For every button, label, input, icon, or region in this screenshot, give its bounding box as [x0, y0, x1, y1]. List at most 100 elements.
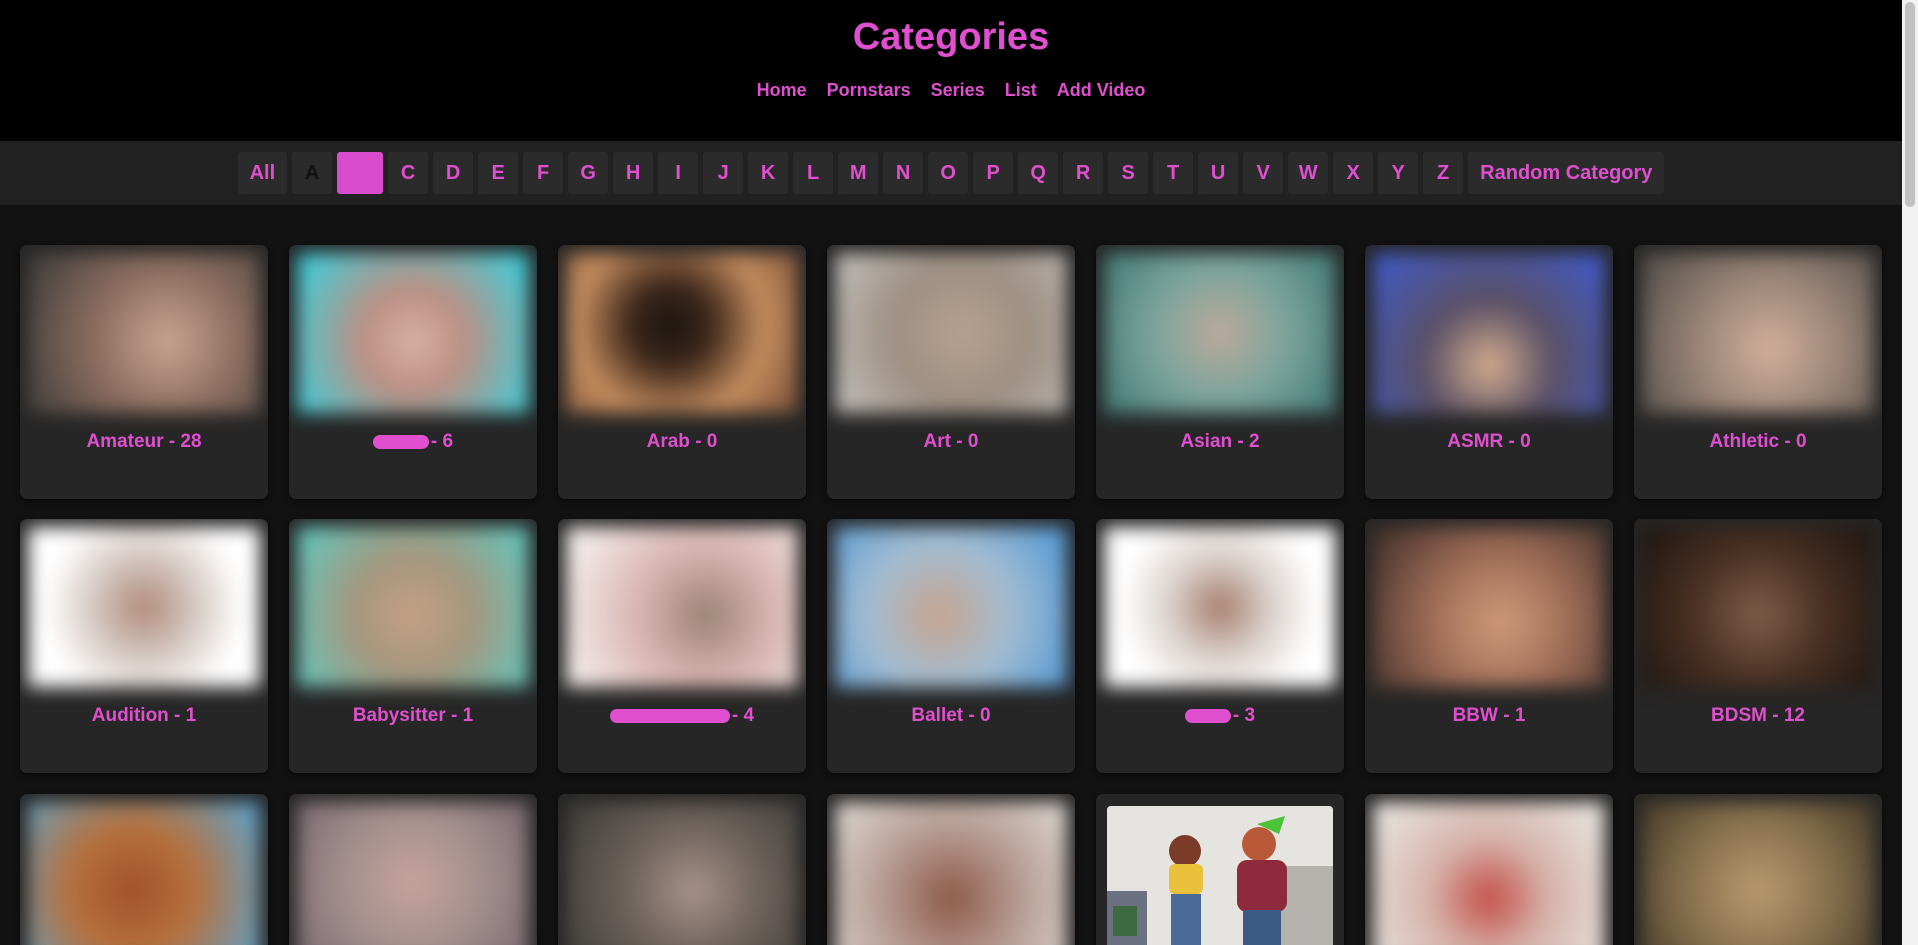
category-label: Asian - 2 [1180, 431, 1260, 452]
category-thumbnail [566, 527, 798, 687]
letter-x-button[interactable]: X [1333, 152, 1374, 194]
nav-home-link[interactable]: Home [757, 80, 807, 101]
category-card[interactable]: Asian - 2 [1096, 245, 1344, 499]
category-thumbnail [835, 253, 1067, 413]
letter-o-button[interactable]: O [928, 152, 969, 194]
letter-r-button[interactable]: R [1063, 152, 1104, 194]
letter-k-button[interactable]: K [748, 152, 789, 194]
nav-series-link[interactable]: Series [931, 80, 985, 101]
redaction-mark [609, 708, 730, 723]
category-thumbnail [835, 527, 1067, 687]
scrollbar-thumb[interactable] [1905, 2, 1915, 207]
category-label: - 3 [1096, 705, 1344, 727]
category-card[interactable]: Audition - 1 [20, 519, 268, 773]
letter-z-button[interactable]: Z [1423, 152, 1464, 194]
redaction-mark [372, 434, 429, 449]
category-card[interactable]: Arab - 0 [558, 245, 806, 499]
category-label: - 4 [558, 705, 806, 727]
thumbnail-image [1107, 806, 1333, 945]
category-card[interactable] [20, 794, 268, 945]
vertical-scrollbar[interactable] [1902, 0, 1918, 945]
category-card[interactable]: Art - 0 [827, 245, 1075, 499]
page: Categories Home Pornstars Series List Ad… [0, 0, 1918, 945]
category-card[interactable] [558, 794, 806, 945]
category-thumbnail [297, 802, 529, 945]
letter-all-button[interactable]: All [237, 152, 288, 194]
category-thumbnail [1373, 802, 1605, 945]
category-card[interactable]: Athletic - 0 [1634, 245, 1882, 499]
category-thumbnail [28, 527, 260, 687]
category-card[interactable]: BDSM - 12 [1634, 519, 1882, 773]
category-card[interactable]: Babysitter - 1 [289, 519, 537, 773]
category-card[interactable] [289, 794, 537, 945]
letter-g-button[interactable]: G [568, 152, 609, 194]
category-thumbnail [1104, 527, 1336, 687]
category-label: BDSM - 12 [1711, 705, 1805, 726]
category-card[interactable]: Ballet - 0 [827, 519, 1075, 773]
category-thumbnail [566, 802, 798, 945]
category-label: Arab - 0 [646, 431, 718, 452]
redaction-mark [1184, 708, 1231, 723]
category-card[interactable] [1096, 794, 1344, 945]
letter-v-button[interactable]: V [1243, 152, 1284, 194]
category-card[interactable] [827, 794, 1075, 945]
category-card[interactable]: BBW - 1 [1365, 519, 1613, 773]
letter-l-button[interactable]: L [793, 152, 834, 194]
category-card[interactable]: ASMR - 0 [1365, 245, 1613, 499]
letter-s-button[interactable]: S [1108, 152, 1149, 194]
category-thumbnail [566, 253, 798, 413]
letter-y-button[interactable]: Y [1378, 152, 1419, 194]
category-label: Babysitter - 1 [352, 705, 474, 726]
category-thumbnail [1373, 253, 1605, 413]
category-thumbnail [28, 253, 260, 413]
top-nav: Home Pornstars Series List Add Video [0, 80, 1902, 101]
letter-a-button[interactable]: A [292, 152, 333, 194]
page-header: Categories Home Pornstars Series List Ad… [0, 0, 1918, 141]
category-thumbnail [297, 527, 529, 687]
letter-j-button[interactable]: J [703, 152, 744, 194]
category-label: - 6 [289, 431, 537, 453]
category-card[interactable] [1365, 794, 1613, 945]
letter-filter-bar: All A B C D E F G H I J K L M N O P Q R … [0, 141, 1918, 205]
letter-c-button[interactable]: C [388, 152, 429, 194]
category-card[interactable] [1634, 794, 1882, 945]
category-label: Amateur - 28 [86, 431, 202, 452]
category-label: Audition - 1 [91, 705, 197, 726]
letter-h-button[interactable]: H [613, 152, 654, 194]
random-category-button[interactable]: Random Category [1468, 152, 1665, 194]
nav-pornstars-link[interactable]: Pornstars [827, 80, 911, 101]
letter-i-button[interactable]: I [658, 152, 699, 194]
page-title: Categories [852, 16, 1050, 58]
letter-b-button[interactable]: B [337, 152, 384, 194]
category-thumbnail [1104, 253, 1336, 413]
letter-w-button[interactable]: W [1288, 152, 1329, 194]
letter-n-button[interactable]: N [883, 152, 924, 194]
letter-p-button[interactable]: P [973, 152, 1014, 194]
category-thumbnail [1642, 527, 1874, 687]
category-label: BBW - 1 [1452, 705, 1526, 726]
category-card[interactable]: - 4 [558, 519, 806, 773]
letter-m-button[interactable]: M [838, 152, 879, 194]
letter-q-button[interactable]: Q [1018, 152, 1059, 194]
letter-e-button[interactable]: E [478, 152, 519, 194]
category-label: Ballet - 0 [911, 705, 991, 726]
category-thumbnail [1373, 527, 1605, 687]
category-thumbnail [1642, 253, 1874, 413]
category-thumbnail [835, 802, 1067, 945]
category-card[interactable]: Amateur - 28 [20, 245, 268, 499]
category-thumbnail [28, 802, 260, 945]
category-thumbnail [1642, 802, 1874, 945]
letter-u-button[interactable]: U [1198, 152, 1239, 194]
letter-f-button[interactable]: F [523, 152, 564, 194]
category-label: Art - 0 [923, 431, 979, 452]
category-grid-row-partial [20, 794, 1885, 945]
category-card[interactable]: - 3 [1096, 519, 1344, 773]
category-card[interactable]: - 6 [289, 245, 537, 499]
nav-list-link[interactable]: List [1005, 80, 1037, 101]
letter-t-button[interactable]: T [1153, 152, 1194, 194]
letter-d-button[interactable]: D [433, 152, 474, 194]
nav-add-video-link[interactable]: Add Video [1057, 80, 1146, 101]
category-label: ASMR - 0 [1447, 431, 1531, 452]
category-thumbnail [297, 253, 529, 413]
category-grid: Amateur - 28 - 6 Arab - 0 Art - 0 Asian … [20, 245, 1885, 773]
